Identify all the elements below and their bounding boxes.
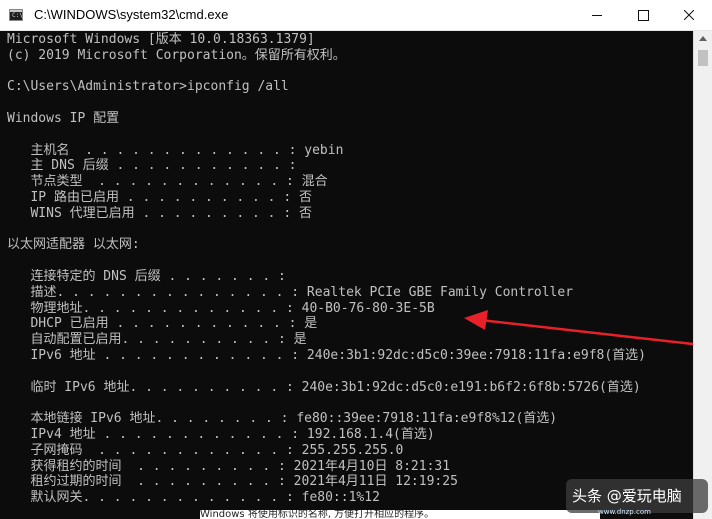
console-line: IPv6 地址 . . . . . . . . . . . . : 240e:3…	[7, 347, 646, 363]
console-line: 描述. . . . . . . . . . . . . . . : Realte…	[7, 284, 574, 300]
console-line: 主机名 . . . . . . . . . . . . . : yebin	[7, 142, 344, 158]
close-icon	[684, 10, 694, 20]
console-line: IPv4 地址 . . . . . . . . . . . . : 192.16…	[7, 426, 435, 442]
console-line: WINS 代理已启用 . . . . . . . . . : 否	[7, 205, 312, 221]
console-output[interactable]: Microsoft Windows [版本 10.0.18363.1379] (c…	[0, 31, 693, 519]
scroll-thumb[interactable]	[698, 50, 708, 66]
console-line: (c) 2019 Microsoft Corporation。保留所有权利。	[7, 47, 346, 63]
console-line: 获得租约的时间 . . . . . . . . . : 2021年4月10日 8…	[7, 458, 451, 474]
console-line: IP 路由已启用 . . . . . . . . . . : 否	[7, 189, 312, 205]
window-title: C:\WINDOWS\system32\cmd.exe	[34, 7, 229, 22]
background-window-text: Windows 将使用标识的名称, 方便打开相应的程序。	[200, 510, 600, 519]
cmd-app-icon[interactable]: C:\	[9, 9, 23, 21]
console-line: 子网掩码 . . . . . . . . . . . . : 255.255.2…	[7, 442, 404, 458]
console-line: 节点类型 . . . . . . . . . . . . : 混合	[7, 174, 328, 190]
title-bar[interactable]: C:\ C:\WINDOWS\system32\cmd.exe	[0, 0, 712, 31]
console-line: 临时 IPv6 地址. . . . . . . . . . : 240e:3b1…	[7, 379, 641, 395]
vertical-scrollbar[interactable]	[693, 31, 712, 519]
console-line: DHCP 已启用 . . . . . . . . . . . : 是	[7, 316, 318, 332]
watermark-domain: www.dnzp.com	[598, 508, 651, 516]
console-line: 本地链接 IPv6 地址. . . . . . . . : fe80::39ee…	[7, 411, 558, 427]
scroll-up-arrow-icon[interactable]	[699, 36, 707, 41]
cmd-window: C:\ C:\WINDOWS\system32\cmd.exe Microsof…	[0, 0, 712, 519]
cmd-icon-text: C:\	[12, 12, 23, 19]
close-button[interactable]	[666, 0, 712, 30]
console-line: 主 DNS 后缀 . . . . . . . . . . . :	[7, 158, 297, 174]
console-line: 自动配置已启用. . . . . . . . . . : 是	[7, 332, 307, 348]
maximize-button[interactable]	[620, 0, 666, 30]
minimize-button[interactable]	[574, 0, 620, 30]
console-line: 物理地址. . . . . . . . . . . . . : 40-B0-76…	[7, 300, 435, 316]
console-line: C:\Users\Administrator>ipconfig /all	[7, 79, 289, 95]
console-line: 以太网适配器 以太网:	[7, 237, 140, 253]
maximize-icon	[638, 10, 649, 21]
console-line: Microsoft Windows [版本 10.0.18363.1379]	[7, 32, 315, 47]
console-line: Windows IP 配置	[7, 110, 120, 126]
minimize-icon	[592, 15, 602, 16]
console-line: 连接特定的 DNS 后缀 . . . . . . . :	[7, 268, 286, 284]
